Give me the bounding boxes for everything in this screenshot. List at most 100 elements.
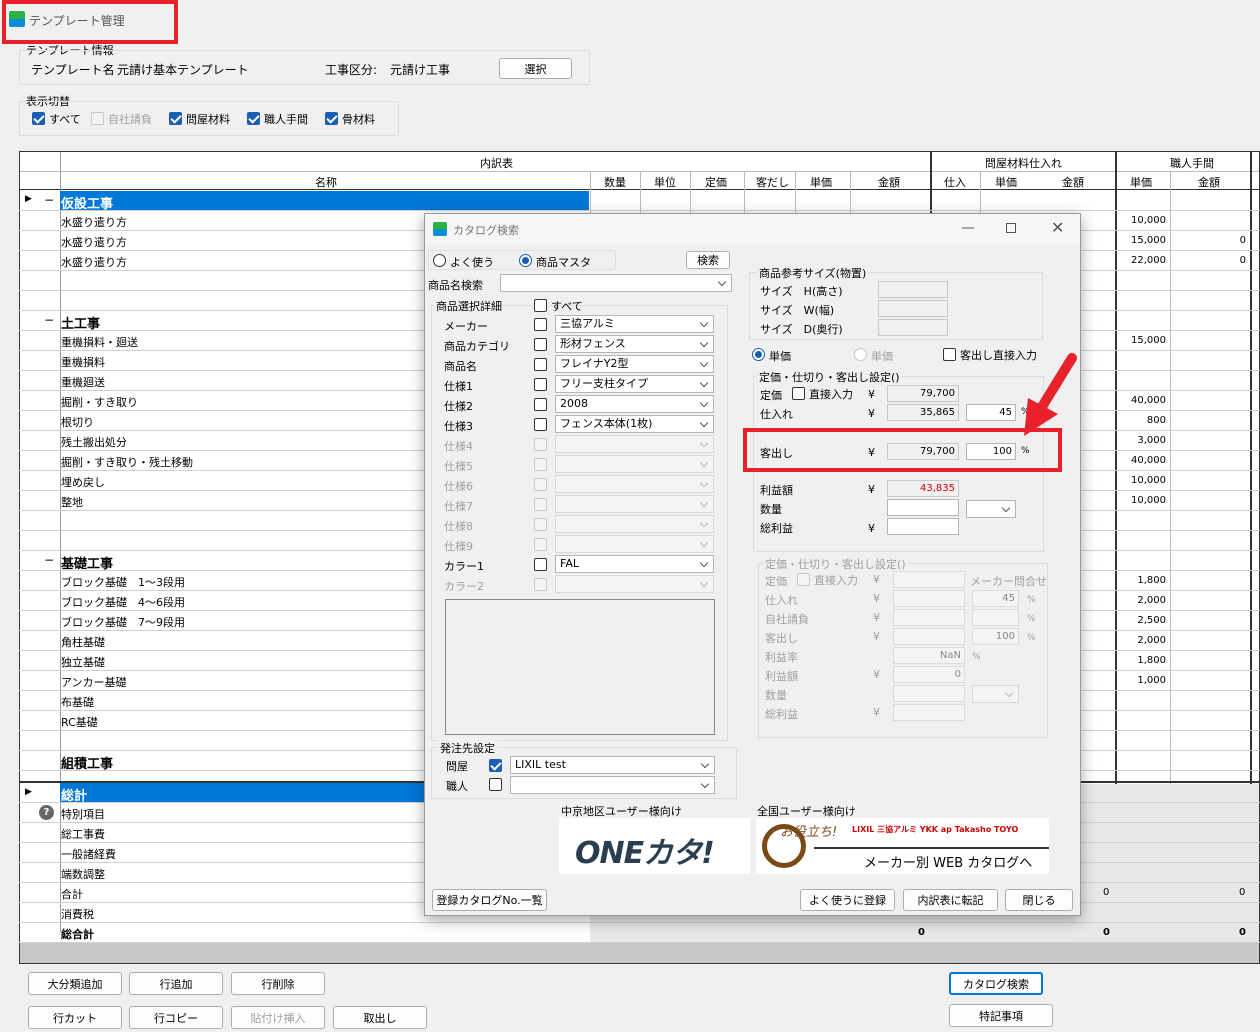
mode-master-radio[interactable]	[519, 254, 532, 267]
category-row[interactable]: 土工事	[61, 313, 100, 332]
minimize-icon[interactable]: —	[961, 220, 975, 236]
summary-row[interactable]: 総工事費	[61, 826, 105, 842]
field-select[interactable]: 三協アルミ	[555, 315, 714, 333]
labor-unit-price[interactable]: 22,000	[1131, 255, 1166, 266]
labor-unit-price[interactable]: 2,500	[1137, 615, 1166, 626]
summary-row[interactable]: 総計	[61, 785, 87, 804]
labor-unit-price[interactable]: 40,000	[1131, 395, 1166, 406]
item-row[interactable]: 水盛り遣り方	[61, 254, 127, 270]
field-checkbox[interactable]	[534, 558, 547, 571]
field-select[interactable]	[555, 475, 714, 493]
product-search-input[interactable]	[500, 274, 732, 292]
field-checkbox[interactable]	[534, 578, 547, 591]
list-direct2-checkbox[interactable]	[797, 573, 810, 586]
labor-unit-price[interactable]: 3,000	[1137, 435, 1166, 446]
summary-row[interactable]: 合計	[61, 886, 83, 902]
mode-favorites-radio[interactable]	[433, 254, 446, 267]
select-button[interactable]: 選択	[499, 58, 572, 79]
field-select[interactable]	[555, 455, 714, 473]
field-checkbox[interactable]	[534, 378, 547, 391]
field-checkbox[interactable]	[534, 538, 547, 551]
item-row[interactable]: 重機廻送	[61, 374, 105, 390]
labor-unit-price[interactable]: 2,000	[1137, 635, 1166, 646]
web-catalog-banner[interactable]: お役立ち! LIXIL 三協アルミ YKK ap Takasho TOYO メー…	[756, 818, 1049, 874]
qty-input[interactable]	[887, 499, 959, 516]
field-checkbox[interactable]	[534, 478, 547, 491]
toggle-aggregate-checkbox[interactable]	[325, 112, 338, 125]
unit-price2-radio[interactable]	[854, 348, 867, 361]
labor-unit-price[interactable]: 10,000	[1131, 475, 1166, 486]
col-mat-unit-price[interactable]: 単価	[995, 174, 1017, 190]
direct-selling-checkbox[interactable]	[943, 348, 956, 361]
field-checkbox[interactable]	[534, 358, 547, 371]
labor-unit-price[interactable]: 1,800	[1137, 655, 1166, 666]
labor-unit-price[interactable]: 15,000	[1131, 335, 1166, 346]
field-checkbox[interactable]	[534, 438, 547, 451]
paste-insert-button[interactable]: 貼付け挿入	[231, 1006, 325, 1029]
cut-row-button[interactable]: 行カット	[28, 1006, 122, 1029]
field-select[interactable]	[555, 535, 714, 553]
labor-amount[interactable]: 0	[1240, 255, 1246, 266]
qty-unit-select[interactable]	[966, 500, 1016, 518]
item-row[interactable]: 掘削・すき取り	[61, 394, 138, 410]
col-amount[interactable]: 金額	[878, 174, 900, 190]
product-list-box[interactable]	[445, 599, 715, 735]
field-select[interactable]	[555, 515, 714, 533]
labor-amount[interactable]: 0	[1240, 235, 1246, 246]
field-checkbox[interactable]	[534, 398, 547, 411]
field-select[interactable]: FAL	[555, 555, 714, 573]
item-row[interactable]: ブロック基礎 7〜9段用	[61, 614, 185, 630]
item-row[interactable]: 残土搬出処分	[61, 434, 127, 450]
notes-button[interactable]: 特記事項	[949, 1004, 1053, 1027]
item-row[interactable]: ブロック基礎 1〜3段用	[61, 574, 185, 590]
item-row[interactable]: 埋め戻し	[61, 474, 105, 490]
summary-row[interactable]: 一般諸経費	[61, 846, 116, 862]
toggle-material-checkbox[interactable]	[169, 112, 182, 125]
field-select[interactable]	[555, 495, 714, 513]
col-list-price[interactable]: 定価	[705, 174, 727, 190]
toggle-labor-checkbox[interactable]	[247, 112, 260, 125]
catalog-list-button[interactable]: 登録カタログNo.一覧	[432, 889, 547, 911]
col-unit-price[interactable]: 単価	[810, 174, 832, 190]
close-icon[interactable]: ✕	[1051, 218, 1064, 237]
field-select[interactable]	[555, 435, 714, 453]
field-checkbox[interactable]	[534, 338, 547, 351]
collapse-sign[interactable]: −	[44, 193, 54, 207]
craftsman-select[interactable]	[510, 776, 715, 794]
field-checkbox[interactable]	[534, 518, 547, 531]
col-labor-amount[interactable]: 金額	[1198, 174, 1220, 190]
col-name[interactable]: 名称	[315, 174, 337, 190]
take-out-button[interactable]: 取出し	[333, 1006, 427, 1029]
labor-unit-price[interactable]: 1,800	[1137, 575, 1166, 586]
summary-row[interactable]: 消費税	[61, 906, 94, 922]
dialog-close-button[interactable]: 閉じる	[1005, 889, 1073, 911]
detail-all-checkbox[interactable]	[534, 299, 547, 312]
field-select[interactable]: フェンス本体(1枚)	[555, 415, 714, 433]
field-checkbox[interactable]	[534, 318, 547, 331]
delete-row-button[interactable]: 行削除	[231, 972, 325, 995]
field-select[interactable]	[555, 575, 714, 593]
field-checkbox[interactable]	[534, 418, 547, 431]
help-icon[interactable]: ?	[39, 805, 54, 820]
field-select[interactable]: フリー支柱タイプ	[555, 375, 714, 393]
selected-row[interactable]	[60, 191, 589, 210]
catalog-search-button[interactable]: カタログ検索	[949, 972, 1043, 995]
onekata-banner[interactable]: ONEカタ!	[559, 818, 750, 874]
item-row[interactable]: 整地	[61, 494, 83, 510]
craftsman-checkbox[interactable]	[489, 778, 502, 791]
transfer-button[interactable]: 内訳表に転記	[903, 889, 998, 911]
category-row[interactable]: 基礎工事	[61, 553, 113, 572]
purchase-pct-input[interactable]: 45	[966, 404, 1016, 421]
summary-row[interactable]: 特別項目	[61, 806, 105, 822]
item-row[interactable]: 重機損料	[61, 354, 105, 370]
wholesaler-select[interactable]: LIXIL test	[510, 756, 715, 774]
item-row[interactable]: アンカー基礎	[61, 674, 127, 690]
copy-row-button[interactable]: 行コピー	[129, 1006, 223, 1029]
labor-unit-price[interactable]: 10,000	[1131, 495, 1166, 506]
col-labor-unit-price[interactable]: 単価	[1130, 174, 1152, 190]
labor-unit-price[interactable]: 2,000	[1137, 595, 1166, 606]
register-favorite-button[interactable]: よく使うに登録	[800, 889, 895, 911]
field-select[interactable]: 2008	[555, 395, 714, 413]
item-row[interactable]: RC基礎	[61, 714, 98, 730]
labor-unit-price[interactable]: 40,000	[1131, 455, 1166, 466]
